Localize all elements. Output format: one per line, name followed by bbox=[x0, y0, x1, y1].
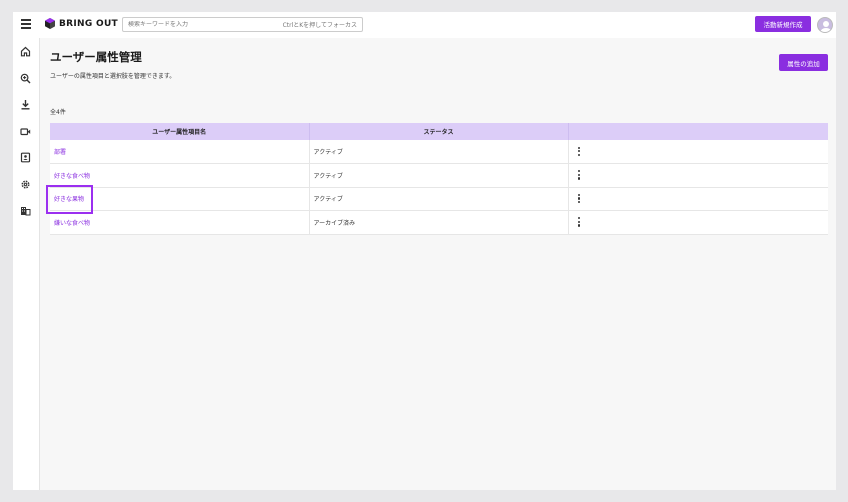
user-avatar-icon bbox=[820, 21, 832, 32]
row-actions-kebab-icon[interactable] bbox=[577, 217, 581, 227]
table-row: 好きな食べ物 アクティブ bbox=[50, 163, 828, 188]
search-input[interactable] bbox=[128, 21, 283, 28]
column-header-actions bbox=[568, 123, 828, 140]
table-row: 好きな果物 アクティブ bbox=[50, 187, 828, 211]
video-icon[interactable] bbox=[20, 126, 31, 137]
page-title: ユーザー属性管理 bbox=[50, 50, 142, 64]
attribute-name-link[interactable]: 部署 bbox=[54, 149, 66, 156]
search-zoom-icon[interactable] bbox=[20, 73, 31, 84]
home-icon[interactable] bbox=[20, 46, 31, 57]
row-actions-kebab-icon[interactable] bbox=[577, 146, 581, 157]
settings-gear-icon[interactable] bbox=[20, 179, 31, 190]
logo-text: BRING OUT bbox=[59, 18, 118, 29]
add-attribute-button[interactable]: 属性の追加 bbox=[779, 54, 828, 71]
user-avatar[interactable] bbox=[817, 17, 833, 33]
table-row: 部署 アクティブ bbox=[50, 140, 828, 164]
status-text: アクティブ bbox=[313, 172, 343, 180]
search-shortcut-hint: CtrlとKを押してフォーカス bbox=[282, 22, 357, 29]
logo-cube-icon bbox=[45, 18, 55, 29]
table-row: 嫌いな食べ物 アーカイブ済み bbox=[50, 210, 828, 235]
attribute-name-link[interactable]: 好きな食べ物 bbox=[54, 173, 90, 180]
contact-card-icon[interactable] bbox=[20, 152, 31, 163]
download-icon[interactable] bbox=[20, 99, 31, 110]
status-text: アーカイブ済み bbox=[313, 219, 356, 227]
row-actions-kebab-icon[interactable] bbox=[577, 193, 581, 204]
sidebar bbox=[13, 38, 40, 490]
top-header: BRING OUT CtrlとKを押してフォーカス 活動新規作成 bbox=[13, 12, 836, 38]
attribute-table: ユーザー属性項目名 ステータス 部署 アクティブ 好きな食べ物 アクティブ 好き… bbox=[50, 123, 828, 235]
logo[interactable]: BRING OUT bbox=[45, 18, 118, 29]
status-text: アクティブ bbox=[313, 196, 343, 204]
app-frame: BRING OUT CtrlとKを押してフォーカス 活動新規作成 bbox=[13, 12, 836, 490]
search-box[interactable]: CtrlとKを押してフォーカス bbox=[122, 17, 363, 32]
page-description: ユーザーの属性項目と選択肢を管理できます。 bbox=[50, 73, 176, 80]
record-count: 全4件 bbox=[50, 109, 66, 116]
status-text: アクティブ bbox=[313, 149, 343, 156]
create-activity-button[interactable]: 活動新規作成 bbox=[755, 16, 811, 32]
attribute-name-link[interactable]: 好きな果物 bbox=[54, 196, 84, 203]
row-actions-kebab-icon[interactable] bbox=[577, 170, 581, 180]
table-header-row: ユーザー属性項目名 ステータス bbox=[50, 123, 828, 140]
main-content: ユーザー属性管理 ユーザーの属性項目と選択肢を管理できます。 属性の追加 全4件… bbox=[40, 38, 836, 490]
column-header-name[interactable]: ユーザー属性項目名 bbox=[50, 123, 310, 140]
building-icon[interactable] bbox=[20, 205, 31, 216]
attribute-name-link[interactable]: 嫌いな食べ物 bbox=[54, 220, 90, 227]
hamburger-menu-icon[interactable] bbox=[21, 19, 31, 31]
column-header-status[interactable]: ステータス bbox=[309, 123, 569, 140]
